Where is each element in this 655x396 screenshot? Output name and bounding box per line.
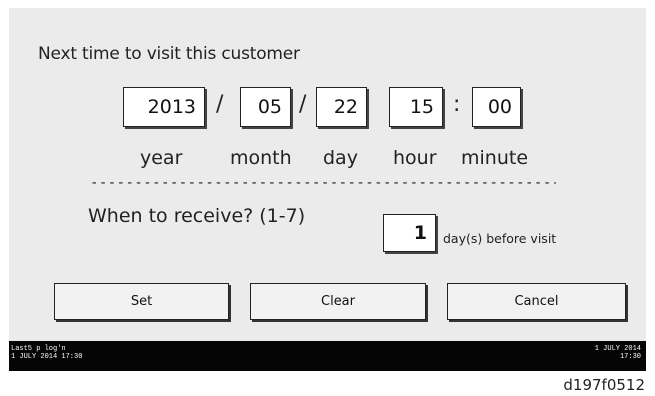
day-label: day xyxy=(323,147,358,169)
cancel-button[interactable]: Cancel xyxy=(447,283,626,320)
date-separator: / xyxy=(216,92,224,117)
year-field[interactable]: 2013 xyxy=(123,87,205,127)
time-separator: : xyxy=(453,92,461,117)
receive-label: When to receive? (1-7) xyxy=(88,205,306,227)
hour-field[interactable]: 15 xyxy=(389,87,443,127)
status-login-text: Last5 p log'n xyxy=(11,345,66,353)
status-time: 17:30 xyxy=(619,353,641,361)
month-field[interactable]: 05 xyxy=(240,87,291,127)
clear-button[interactable]: Clear xyxy=(250,283,426,320)
figure-caption: d197f0512 xyxy=(563,376,645,394)
status-left: Last5 p log'n 1 JULY 2014 17:30 xyxy=(11,345,82,361)
status-date: 1 JULY 2014 xyxy=(594,345,641,353)
status-clock: 1 JULY 2014 17:30 xyxy=(595,345,641,361)
year-label: year xyxy=(140,147,183,169)
set-button[interactable]: Set xyxy=(54,283,229,320)
minute-field[interactable]: 00 xyxy=(472,87,521,127)
status-login-time: 1 JULY 2014 17:30 xyxy=(11,353,83,361)
dialog-title: Next time to visit this customer xyxy=(38,44,300,64)
dashed-divider: ----------------------------------------… xyxy=(90,175,556,189)
receive-suffix: day(s) before visit xyxy=(443,231,557,246)
hour-label: hour xyxy=(393,147,437,169)
receive-days-field[interactable]: 1 xyxy=(383,214,436,252)
day-field[interactable]: 22 xyxy=(316,87,367,127)
status-bar: Last5 p log'n 1 JULY 2014 17:30 1 JULY 2… xyxy=(9,341,646,371)
minute-label: minute xyxy=(461,147,529,169)
date-separator: / xyxy=(299,92,307,117)
month-label: month xyxy=(230,147,292,169)
